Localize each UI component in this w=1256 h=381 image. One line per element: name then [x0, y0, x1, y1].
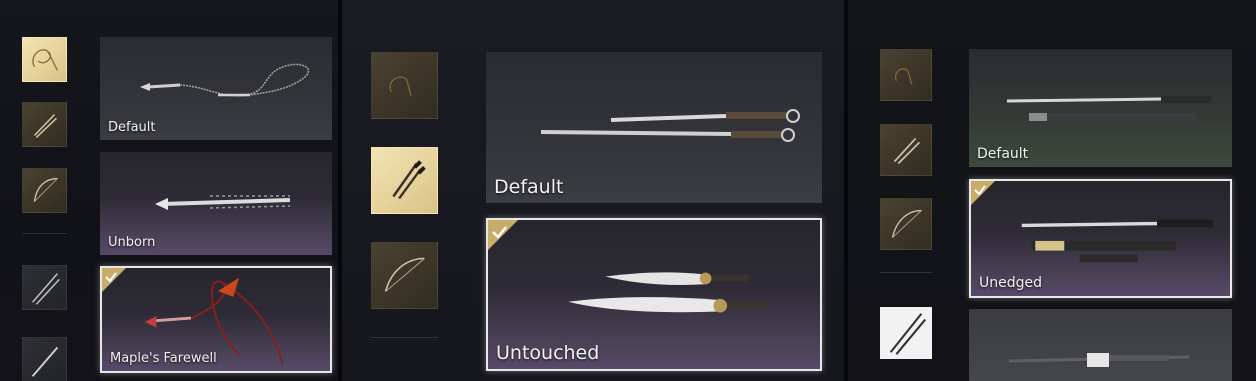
skin-name: Default [977, 146, 1029, 162]
rope-dart-icon [389, 76, 412, 96]
rope-dart-icon [895, 68, 913, 85]
skin-name: Default [108, 120, 156, 135]
bow-icon [891, 209, 922, 238]
weapon-category-bow[interactable] [371, 242, 438, 309]
category-divider [880, 272, 932, 273]
weapon-category-spear-set[interactable] [880, 307, 932, 359]
sword-locked-art [1008, 353, 1190, 367]
skin-card[interactable] [969, 309, 1232, 381]
weapon-category-rope-dart[interactable] [371, 52, 438, 119]
weapon-category-spear-set[interactable] [22, 265, 67, 310]
skin-card[interactable]: Untouched [486, 218, 822, 371]
weapon-category-bow[interactable] [22, 168, 67, 213]
skin-card[interactable]: Default [486, 52, 822, 203]
weapon-skin-panel-1: Default Unborn Maple's Farewell [0, 0, 338, 381]
weapon-category-dual-blades[interactable] [22, 102, 67, 147]
selected-check-icon [971, 181, 995, 205]
weapon-category-rope-dart[interactable] [22, 37, 67, 82]
weapon-category-dual-blades[interactable] [371, 147, 438, 214]
weapon-category-sword[interactable] [22, 337, 67, 381]
sword-icon [31, 346, 59, 377]
selected-check-icon [488, 220, 518, 250]
skin-card[interactable]: Default [969, 49, 1232, 167]
selected-check-icon [102, 268, 126, 292]
dual-blades-icon [392, 160, 426, 200]
skin-name: Unedged [979, 275, 1043, 291]
category-divider [22, 233, 67, 234]
skin-name: Unborn [108, 235, 156, 250]
skin-card[interactable]: Unborn [100, 152, 332, 255]
dual-blades-icon [893, 137, 921, 165]
category-divider [371, 337, 438, 338]
spear-set-icon [31, 273, 60, 305]
skin-card[interactable]: Maple's Farewell [100, 266, 332, 373]
dual-blades-icon [33, 113, 57, 138]
bow-icon [384, 257, 425, 292]
skin-name: Default [494, 176, 564, 198]
weapon-skin-panel-3: Default Unedged [848, 0, 1256, 381]
bow-icon [33, 177, 58, 202]
rope-dart-icon [32, 49, 58, 71]
weapon-category-dual-blades[interactable] [880, 124, 932, 176]
skin-name: Maple's Farewell [110, 351, 217, 366]
weapon-skin-panel-2: Default Untouched [342, 0, 844, 381]
skin-card[interactable]: Default [100, 37, 332, 140]
spear-set-icon [889, 313, 927, 355]
skin-name: Untouched [496, 342, 600, 364]
skin-card[interactable]: Unedged [969, 179, 1232, 298]
weapon-category-rope-dart[interactable] [880, 49, 932, 101]
weapon-category-bow[interactable] [880, 198, 932, 250]
